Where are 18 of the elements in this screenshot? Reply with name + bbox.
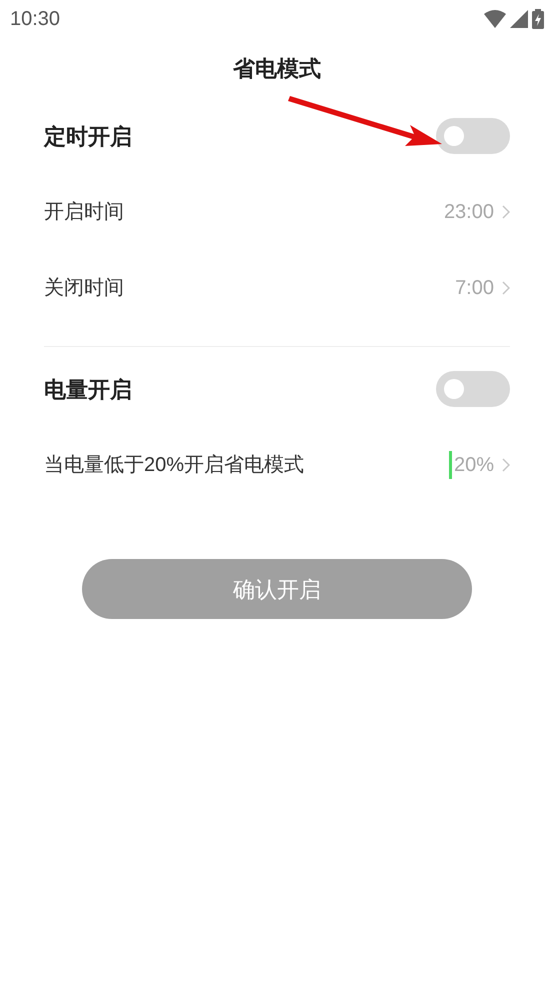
section-title: 电量开启 — [44, 376, 132, 404]
wifi-icon — [484, 10, 506, 28]
chevron-right-icon — [502, 281, 510, 295]
battery-icon — [532, 9, 544, 29]
section-title: 定时开启 — [44, 122, 132, 150]
toggle-switch[interactable] — [436, 118, 510, 154]
time-picker[interactable]: 23:00 — [444, 197, 510, 227]
page-title: 省电模式 — [233, 54, 321, 82]
setting-label: 当电量低于20%开启省电模式 — [44, 453, 304, 478]
status-time: 10:30 — [10, 7, 60, 32]
setting-label: 关闭时间 — [44, 276, 124, 301]
signal-icon — [510, 10, 528, 28]
chevron-right-icon — [502, 458, 510, 472]
time-picker[interactable]: 7:00 — [455, 273, 510, 303]
chevron-right-icon — [502, 205, 510, 219]
battery-level-field[interactable]: 20% — [448, 450, 494, 480]
setting-label: 开启时间 — [44, 200, 124, 225]
toggle-switch[interactable] — [436, 371, 510, 407]
